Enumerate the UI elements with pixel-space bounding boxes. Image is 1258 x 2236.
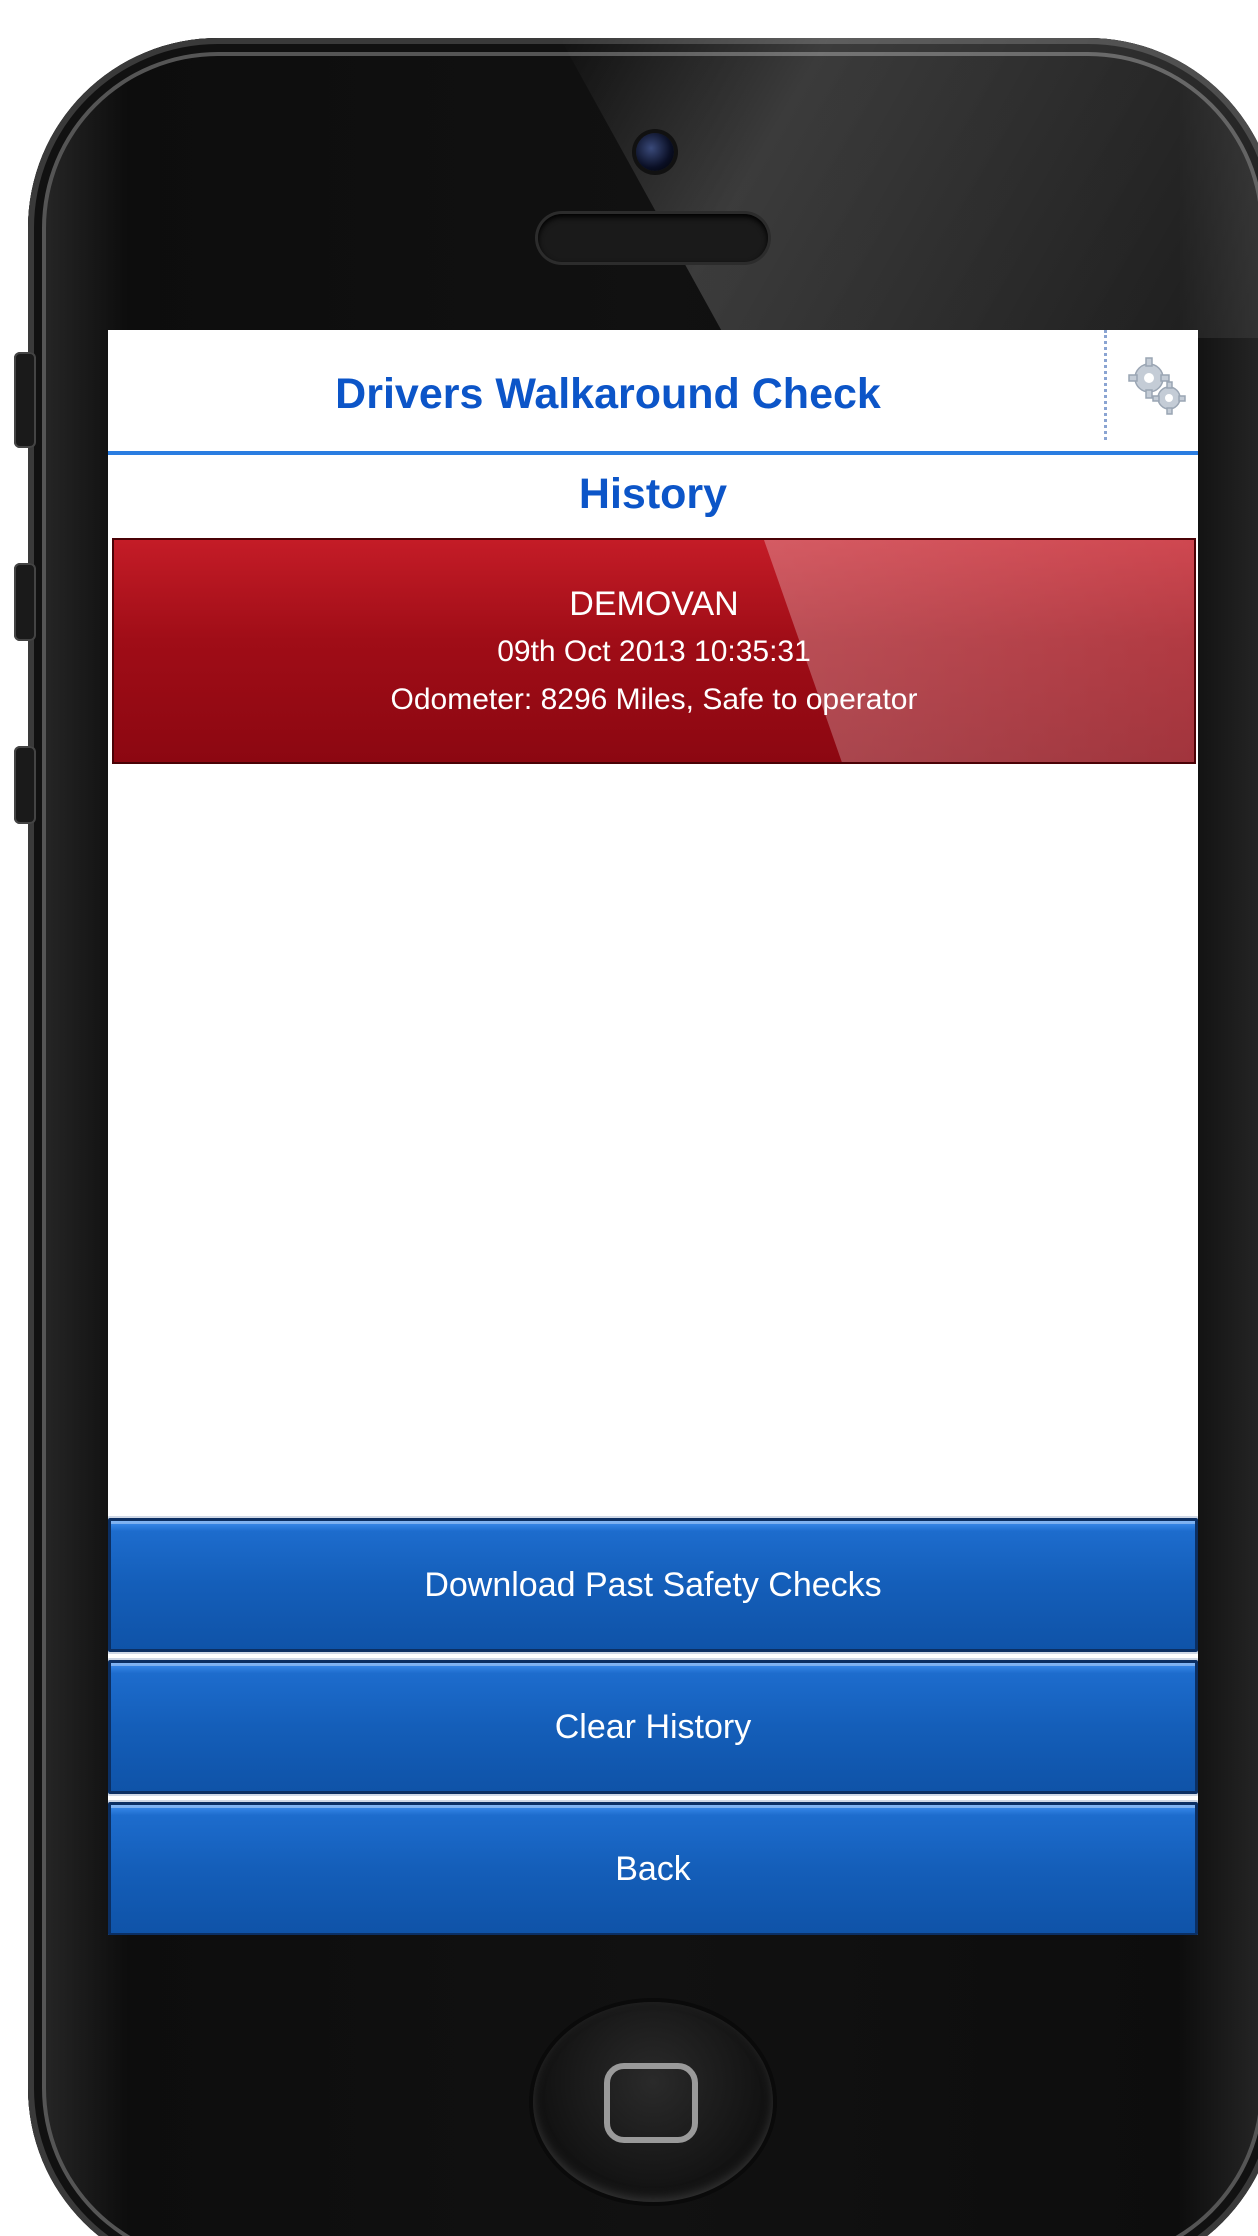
mute-switch <box>14 352 36 448</box>
stage: Drivers Walkaround Check History DEMOVAN… <box>0 0 1258 2236</box>
clear-history-button[interactable]: Clear History <box>108 1660 1198 1794</box>
app-title: Drivers Walkaround Check <box>335 370 881 418</box>
gear-icon[interactable] <box>1125 354 1189 418</box>
action-buttons: Download Past Safety Checks Clear Histor… <box>108 1518 1198 1935</box>
history-datetime: 09th Oct 2013 10:35:31 <box>497 635 811 668</box>
settings-button[interactable] <box>1104 330 1198 440</box>
history-list: DEMOVAN 09th Oct 2013 10:35:31 Odometer:… <box>112 538 1196 764</box>
home-square-icon <box>604 2063 698 2143</box>
history-item[interactable]: DEMOVAN 09th Oct 2013 10:35:31 Odometer:… <box>112 538 1196 764</box>
app-header: Drivers Walkaround Check <box>108 330 1198 455</box>
volume-down-button <box>14 746 36 824</box>
earpiece-speaker <box>538 214 768 262</box>
front-camera <box>636 133 674 171</box>
page-title: History <box>578 470 728 518</box>
volume-up-button <box>14 563 36 641</box>
back-button[interactable]: Back <box>108 1802 1198 1935</box>
history-vehicle: DEMOVAN <box>569 585 739 623</box>
download-past-checks-button[interactable]: Download Past Safety Checks <box>108 1518 1198 1652</box>
history-summary: Odometer: 8296 Miles, Safe to operator <box>390 683 918 716</box>
app-screen: Drivers Walkaround Check History DEMOVAN… <box>108 330 1198 1935</box>
